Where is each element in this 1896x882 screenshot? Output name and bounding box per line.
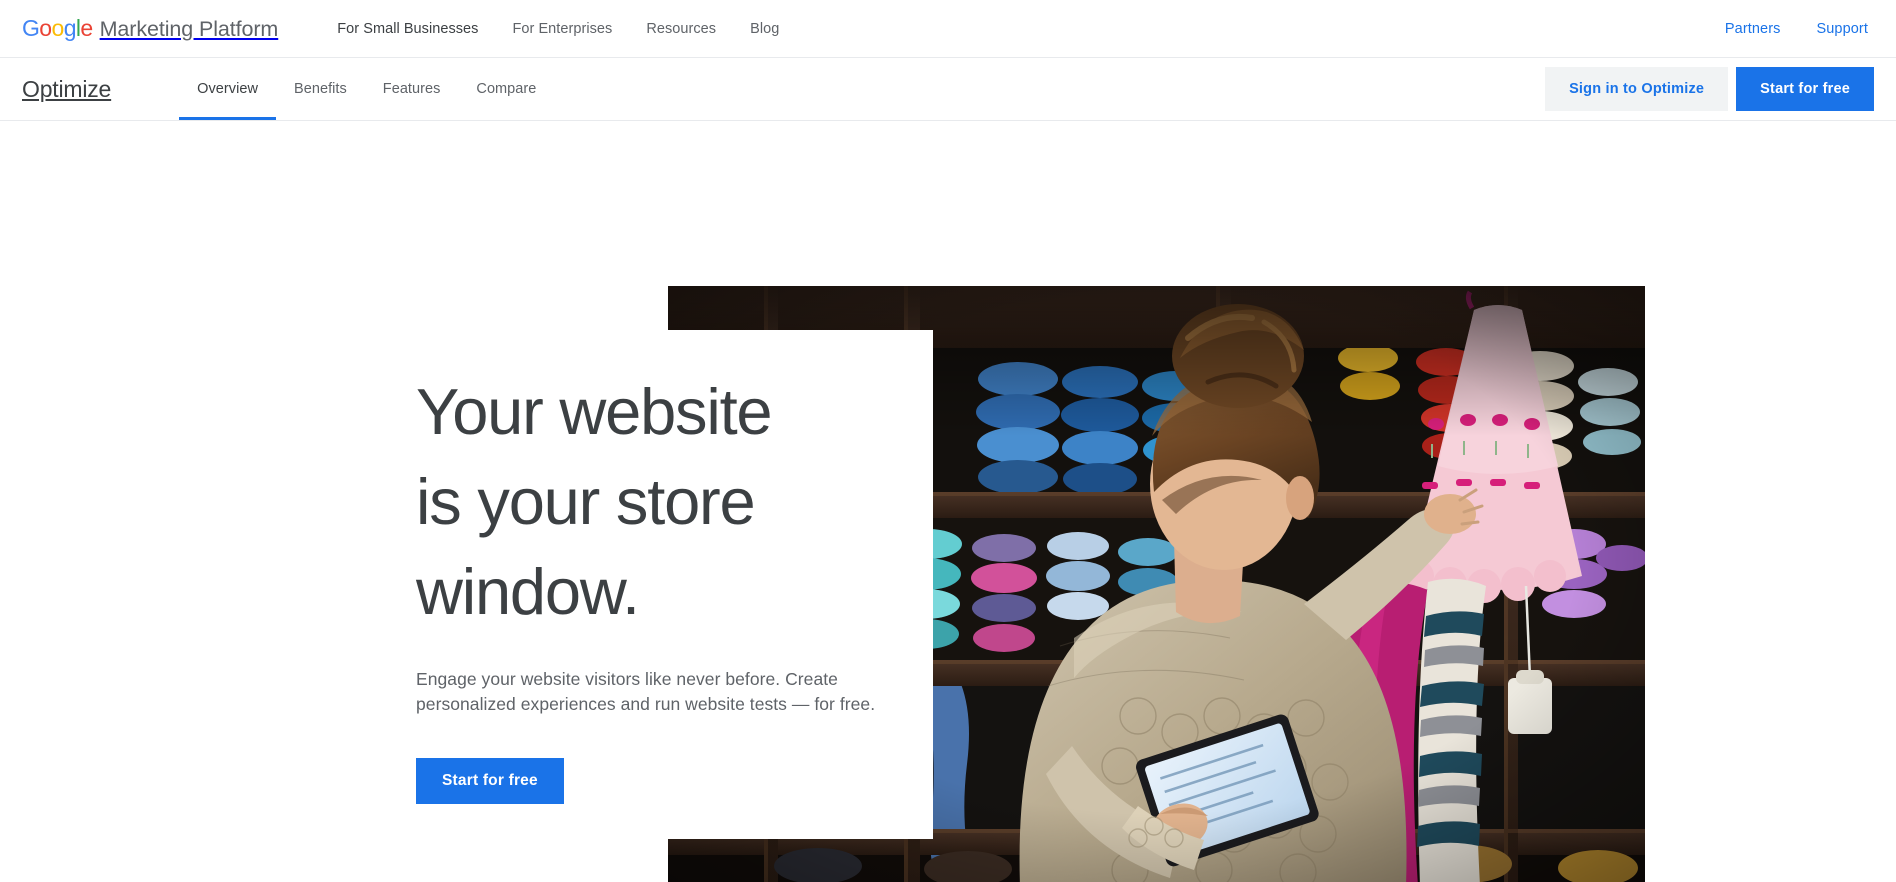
nav-item-blog[interactable]: Blog	[733, 15, 796, 43]
tab-compare[interactable]: Compare	[458, 58, 554, 120]
product-actions: Sign in to Optimize Start for free	[1545, 58, 1874, 120]
hero-copy: Your website is your store window. Engag…	[416, 367, 936, 804]
tab-benefits[interactable]: Benefits	[276, 58, 365, 120]
sign-in-to-optimize-button[interactable]: Sign in to Optimize	[1545, 67, 1729, 111]
hero-subheadline: Engage your website visitors like never …	[416, 669, 876, 714]
tab-overview[interactable]: Overview	[179, 58, 276, 120]
marketing-platform-label: Marketing Platform	[99, 17, 279, 41]
google-logo-letter-2: o	[51, 15, 65, 41]
product-name-optimize[interactable]: Optimize	[22, 58, 111, 120]
global-topbar: Google Marketing Platform For Small Busi…	[0, 0, 1896, 58]
nav-item-resources[interactable]: Resources	[629, 15, 733, 43]
start-for-free-button-hero[interactable]: Start for free	[416, 758, 564, 804]
google-wordmark: Google	[22, 15, 93, 42]
google-logo-letter-1: o	[39, 15, 52, 41]
google-marketing-platform-logo[interactable]: Google Marketing Platform	[22, 15, 278, 42]
nav-item-for-small-businesses[interactable]: For Small Businesses	[320, 15, 495, 43]
global-nav: For Small Businesses For Enterprises Res…	[320, 15, 796, 43]
google-logo-letter-3: g	[63, 15, 77, 41]
nav-item-for-enterprises[interactable]: For Enterprises	[495, 15, 629, 43]
hero-section: Your website is your store window. Engag…	[0, 121, 1896, 882]
google-logo-letter-0: G	[22, 15, 40, 41]
nav-item-partners[interactable]: Partners	[1707, 15, 1799, 43]
product-tabs: Overview Benefits Features Compare	[179, 58, 554, 120]
start-for-free-button-header[interactable]: Start for free	[1736, 67, 1874, 111]
hero-headline: Your website is your store window.	[416, 375, 773, 628]
tab-features[interactable]: Features	[365, 58, 459, 120]
product-subnav: Optimize Overview Benefits Features Comp…	[0, 58, 1896, 121]
nav-item-support[interactable]: Support	[1799, 15, 1869, 43]
google-logo-letter-5: e	[80, 15, 93, 41]
global-nav-utility: Partners Support	[1707, 15, 1868, 43]
